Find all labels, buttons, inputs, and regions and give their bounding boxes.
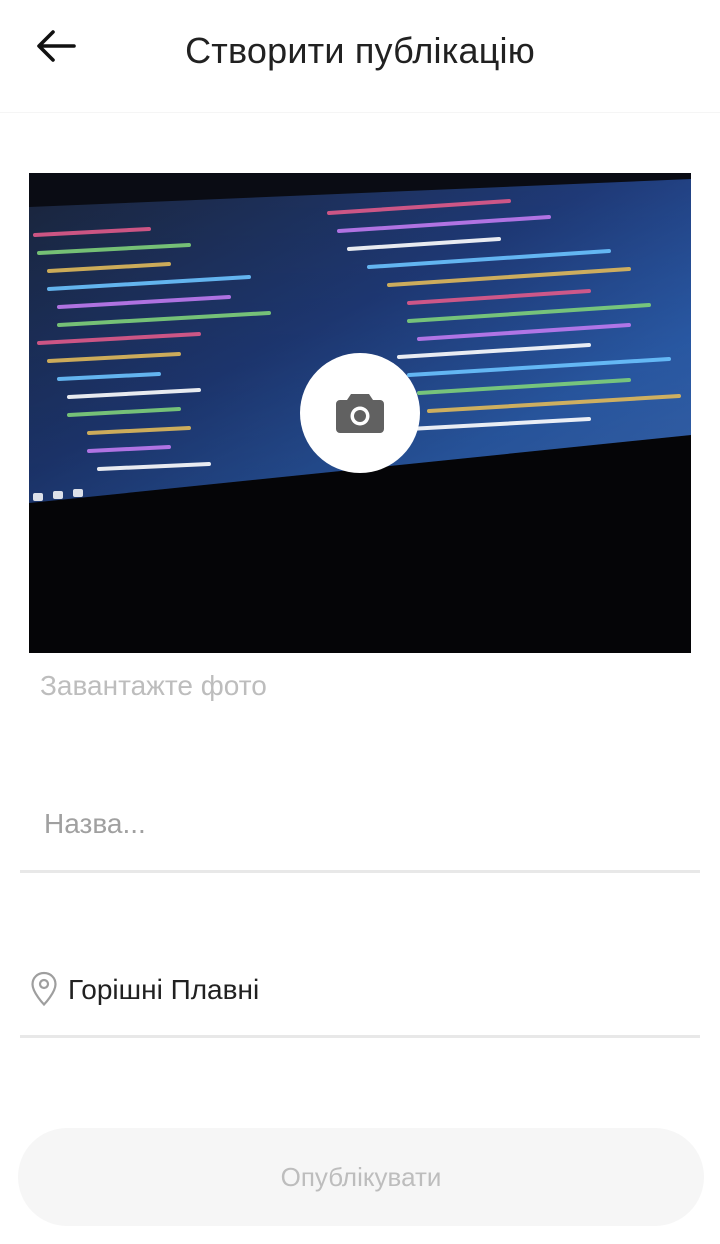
upload-photo-hint: Завантажте фото [40,670,267,701]
location-field[interactable]: Горішні Плавні [20,955,700,1038]
publish-button[interactable]: Опублікувати [18,1128,704,1226]
title-input[interactable] [44,798,684,850]
title-field [20,790,700,873]
app-header: Створити публікацію [0,0,720,112]
add-photo-button[interactable] [300,353,420,473]
page-title: Створити публікацію [185,30,535,71]
location-value: Горішні Плавні [68,974,260,1005]
camera-icon [336,394,384,433]
map-pin-icon [31,971,57,1007]
photo-upload-area[interactable] [29,173,691,653]
